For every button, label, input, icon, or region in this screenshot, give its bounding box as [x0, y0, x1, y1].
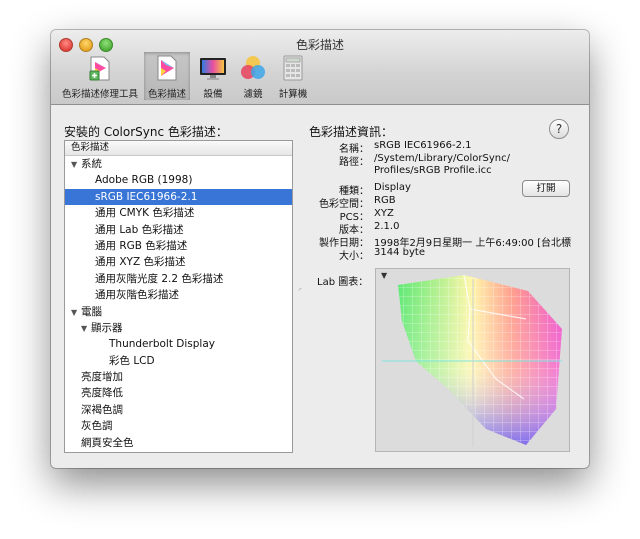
profile-list-item[interactable]: 網頁安全色: [65, 435, 292, 451]
profile-list-item-label: 通用灰階光度 2.2 色彩描述: [95, 272, 224, 285]
profile-list-item-label: Adobe RGB (1998): [95, 174, 193, 187]
devices-icon: [200, 58, 226, 80]
profile-list-item[interactable]: 通用 Lab 色彩描述: [65, 222, 292, 238]
title-toolbar: 色彩描述 色彩描述修理工具 色彩描述 設備 濾鏡 計算機: [51, 30, 589, 105]
colorsync-repair-icon: [89, 56, 110, 81]
field-key: 路徑：: [339, 157, 369, 168]
calculator-icon: [283, 55, 303, 81]
toolbar-calculator[interactable]: 計算機: [273, 52, 313, 100]
split-view-handle[interactable]: ⸝: [298, 282, 302, 293]
colorsync-window: 色彩描述 色彩描述修理工具 色彩描述 設備 濾鏡 計算機 安裝的 ColorSy…: [51, 30, 589, 468]
profile-list-item-label: 灰色調: [81, 420, 113, 433]
toolbar-profiles[interactable]: 色彩描述: [144, 52, 190, 100]
profile-list-item[interactable]: 亮度降低: [65, 385, 292, 401]
profile-list-item[interactable]: 彩色 LCD: [65, 353, 292, 369]
profile-list-item[interactable]: sRGB IEC61966-2.1: [65, 188, 292, 206]
profile-list-item-label: 電腦: [81, 305, 102, 318]
profile-list-item[interactable]: Adobe RGB (1998): [65, 172, 292, 188]
profiles-icon: [157, 55, 177, 81]
field-value-line2: Profiles/sRGB Profile.icc: [374, 165, 492, 176]
profile-list-item[interactable]: 通用 RGB 色彩描述: [65, 238, 292, 254]
profile-list-item-label: 彩色 LCD: [109, 354, 155, 367]
toolbar-label: 色彩描述: [147, 89, 186, 100]
profile-list-item-label: 亮度增加: [81, 371, 123, 384]
profile-list-item[interactable]: ▼ 顯示器: [65, 320, 292, 336]
disclosure-triangle-icon[interactable]: ▼: [71, 157, 81, 173]
profile-list-item-label: Thunderbolt Display: [109, 338, 215, 351]
toolbar-devices[interactable]: 設備: [193, 52, 233, 100]
lab-plot-label: Lab 圖表：: [317, 277, 369, 288]
filters-icon: [241, 56, 265, 79]
lab-gamut-graphic: [382, 274, 562, 447]
profile-list-item[interactable]: 通用 CMYK 色彩描述: [65, 205, 292, 221]
profile-list-item[interactable]: 深褐色調: [65, 402, 292, 418]
field-value: 2.1.0: [374, 221, 400, 232]
profile-list[interactable]: 色彩描述 ▼ 系統 Adobe RGB (1998) sRGB IEC61966-2.…: [64, 140, 293, 453]
profile-info-heading: 色彩描述資訊：: [309, 125, 394, 139]
profile-list-item-label: sRGB IEC61966-2.1: [95, 190, 198, 203]
profile-list-item[interactable]: ▼ 電腦: [65, 304, 292, 320]
field-value: XYZ: [374, 208, 394, 219]
profile-list-item-label: 深褐色調: [81, 403, 123, 416]
toolbar-label: 色彩描述修理工具: [61, 89, 138, 100]
disclosure-triangle-icon[interactable]: ▼: [71, 305, 81, 321]
profile-list-item-label: 通用 XYZ 色彩描述: [95, 256, 186, 269]
profile-column-header[interactable]: 色彩描述: [65, 141, 292, 156]
toolbar-repair-utility[interactable]: 色彩描述修理工具: [56, 52, 144, 100]
profile-list-item-label: 系統: [81, 158, 102, 170]
profile-list-item[interactable]: ▼ 系統: [65, 156, 292, 172]
help-button[interactable]: ?: [549, 119, 569, 139]
profile-list-item-label: 通用灰階色彩描述: [95, 289, 179, 302]
field-value: sRGB IEC61966-2.1: [374, 140, 472, 151]
field-value: 3144 byte: [374, 247, 425, 258]
toolbar-label: 設備: [203, 89, 223, 100]
profile-list-item-label: 通用 CMYK 色彩描述: [95, 207, 195, 220]
profile-list-item[interactable]: 灰色調: [65, 418, 292, 434]
open-button[interactable]: 打開: [522, 180, 570, 197]
profile-list-item-label: 通用 RGB 色彩描述: [95, 239, 188, 252]
toolbar-filters[interactable]: 濾鏡: [233, 52, 273, 100]
toolbar-label: 濾鏡: [243, 89, 263, 100]
lab-plot-menu-icon[interactable]: ▼: [381, 271, 387, 280]
toolbar-label: 計算機: [278, 89, 308, 100]
profile-list-item-label: 亮度降低: [81, 387, 123, 400]
profile-list-item[interactable]: 通用 XYZ 色彩描述: [65, 254, 292, 270]
profile-list-item[interactable]: Thunderbolt Display: [65, 336, 292, 352]
field-key: 大小：: [339, 251, 369, 262]
profile-list-item[interactable]: 通用灰階光度 2.2 色彩描述: [65, 271, 292, 287]
field-value: RGB: [374, 195, 396, 206]
window-title: 色彩描述: [295, 38, 344, 52]
profile-list-item-label: 顯示器: [91, 321, 123, 334]
lab-plot[interactable]: ▼: [375, 268, 570, 452]
field-value: Display: [374, 182, 411, 193]
field-value: /System/Library/ColorSync/: [374, 153, 510, 164]
disclosure-triangle-icon[interactable]: ▼: [81, 321, 91, 337]
profile-list-item-label: 通用 Lab 色彩描述: [95, 223, 184, 236]
profile-list-item-label: 網頁安全色: [81, 436, 134, 449]
installed-profiles-heading: 安裝的 ColorSync 色彩描述：: [64, 125, 228, 139]
profile-list-item[interactable]: 亮度增加: [65, 369, 292, 385]
profile-list-item[interactable]: 通用灰階色彩描述: [65, 287, 292, 303]
profile-rows: ▼ 系統 Adobe RGB (1998) sRGB IEC61966-2.1 通用 C…: [65, 156, 292, 451]
